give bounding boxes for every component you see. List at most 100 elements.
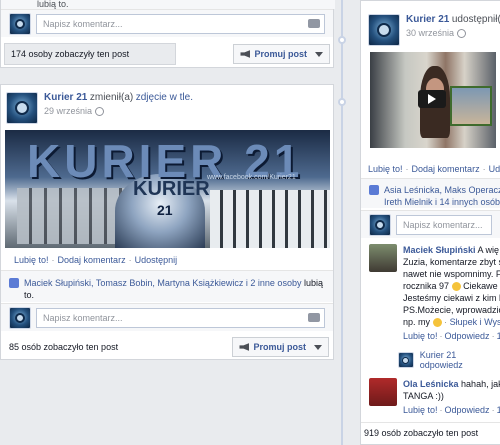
like-button[interactable]: Lubię to! xyxy=(14,255,49,265)
post-date[interactable]: 29 września xyxy=(44,106,92,116)
comment-placeholder: Napisz komentarz... xyxy=(43,18,123,29)
video-inset xyxy=(450,86,492,126)
comment-author[interactable]: Maciek Słupiński xyxy=(403,245,476,255)
comment-text: Ciekawe n xyxy=(463,281,500,291)
thumbs-up-icon xyxy=(9,278,19,288)
comment-reply-link[interactable]: Odpowiedz xyxy=(445,331,490,341)
promote-post-button[interactable]: Promuj post xyxy=(233,44,330,64)
comment-input[interactable]: Napisz komentarz... xyxy=(396,214,492,235)
comment-author[interactable]: Ola Leśnicka xyxy=(403,379,459,389)
reply-row: Kurier 21 odpowiedz xyxy=(398,350,500,370)
post-header: Kurier 21 zmienił(a) zdjęcie w tle. 29 w… xyxy=(6,92,193,124)
comment-like-link[interactable]: Lubię to! xyxy=(403,331,438,341)
likers-list[interactable]: Maciek Słupiński, Tomasz Bobin, Martyna … xyxy=(24,278,301,288)
thumbs-up-icon xyxy=(369,185,379,195)
commenter-avatar[interactable] xyxy=(369,378,397,406)
promote-label: Promuj post xyxy=(254,49,307,59)
post-author[interactable]: Kurier 21 xyxy=(406,14,449,25)
seen-count: 85 osób zobaczyło ten post xyxy=(3,337,175,357)
post-action-link[interactable]: zdjęcie w tle. xyxy=(136,92,193,103)
cover-photo[interactable]: KURIER 21 KURIER 21 www.facebook.com/Kur… xyxy=(5,130,330,248)
share-button[interactable]: Udo xyxy=(489,164,500,174)
page-avatar[interactable] xyxy=(6,92,38,124)
banner-url: www.facebook.com/Kurier21 xyxy=(207,174,296,181)
comment-text: rocznika 97 xyxy=(403,281,450,291)
timeline-line xyxy=(341,0,343,445)
promote-label: Promuj post xyxy=(253,342,306,352)
page-avatar[interactable] xyxy=(368,14,400,46)
share-button[interactable]: Udostępnij xyxy=(135,255,178,265)
comment-text: Jesteśmy ciekawi z kim bę xyxy=(403,293,500,303)
comment-timestamp[interactable]: 1 xyxy=(497,331,500,341)
comment-like-link[interactable]: Lubię to! xyxy=(403,405,438,415)
building-right xyxy=(210,190,330,248)
comment-text: TANGA :)) xyxy=(403,391,444,401)
post-footer: 174 osoby zobaczyły ten post Promuj post xyxy=(4,43,330,65)
avatar xyxy=(9,12,31,35)
comment-text: A wię xyxy=(477,245,500,255)
post-action: zmienił(a) xyxy=(89,92,134,103)
post-date[interactable]: 30 września xyxy=(406,28,454,38)
camera-icon[interactable] xyxy=(308,18,320,28)
likes-row: lubią to. xyxy=(1,0,335,9)
comment-box: Napisz komentarz... xyxy=(361,210,500,238)
reply-link[interactable]: Kurier 21 odpowiedz xyxy=(420,350,500,370)
comment-button[interactable]: Dodaj komentarz xyxy=(412,164,480,174)
play-icon xyxy=(428,94,436,104)
avatar xyxy=(369,213,391,236)
globe-icon xyxy=(95,106,105,116)
comment-box: Napisz komentarz... xyxy=(1,303,333,331)
comment-actions: Lubię to! · Odpowiedz · 1 xyxy=(403,405,500,415)
comment-placeholder: Napisz komentarz... xyxy=(43,312,123,323)
promote-post-button[interactable]: Promuj post xyxy=(232,337,329,357)
top-post-card: lubią to. Napisz komentarz... 174 osoby … xyxy=(0,0,335,68)
post-footer: 85 osób zobaczyło ten post Promuj post xyxy=(3,337,329,357)
comment-input[interactable]: Napisz komentarz... xyxy=(36,307,325,328)
smile-emoji-icon xyxy=(432,318,442,328)
comment-text: hahah, jak xyxy=(461,379,500,389)
camera-icon[interactable] xyxy=(308,312,320,322)
tagged-link[interactable]: Słupek i Wys xyxy=(450,317,500,327)
megaphone-icon xyxy=(240,50,251,58)
likes-text: lubią to. xyxy=(37,0,69,9)
globe-icon xyxy=(457,28,467,38)
timeline-dot xyxy=(338,98,346,106)
comment-text: np. my xyxy=(403,317,431,327)
post-action: udostępnił(a) xyxy=(451,14,500,25)
avatar xyxy=(9,306,31,329)
likers-list-2[interactable]: Ireth Mielnik i 14 innych osób xyxy=(384,197,500,207)
post-actions: Lubię to!·Dodaj komentarz·Udo xyxy=(368,164,500,174)
post-actions: Lubię to! · Dodaj komentarz · Udostępnij xyxy=(14,255,178,265)
likes-row: Asia Leśnicka, Maks Operacz, Ireth Mieln… xyxy=(361,178,500,208)
post-header: Kurier 21 udostępnił(a) fil 30 września xyxy=(368,14,500,46)
seen-count: 919 osób zobaczyło ten post xyxy=(361,422,500,442)
comment-text: PS.Możecie, wprowadzić xyxy=(403,305,500,315)
comment-placeholder: Napisz komentarz... xyxy=(403,219,483,230)
comment-input[interactable]: Napisz komentarz... xyxy=(36,13,325,34)
like-button[interactable]: Lubię to! xyxy=(368,164,403,174)
comment-text: nawet nie wspomnimy. Fil xyxy=(403,269,500,279)
likes-suffix-2: to. xyxy=(24,290,35,300)
chevron-down-icon xyxy=(315,51,323,57)
timeline-dot xyxy=(338,36,346,44)
comment: Maciek Słupiński A wię Zuzia, komentarze… xyxy=(369,244,500,341)
page-avatar[interactable] xyxy=(398,352,414,368)
post-author[interactable]: Kurier 21 xyxy=(44,92,87,103)
comment-box: Napisz komentarz... xyxy=(1,9,333,37)
comment-text: Zuzia, komentarze zbyt sz xyxy=(403,257,500,267)
chevron-down-icon xyxy=(314,344,322,350)
comment-timestamp[interactable]: 1 xyxy=(497,405,500,415)
seen-count: 174 osoby zobaczyły ten post xyxy=(4,43,176,65)
comment: Ola Leśnicka hahah, jak TANGA :)) Lubię … xyxy=(369,378,500,415)
banner-small-title: KURIER xyxy=(133,178,210,200)
banner-number: 21 xyxy=(157,202,173,218)
likes-suffix: lubią xyxy=(303,278,323,288)
commenter-avatar[interactable] xyxy=(369,244,397,272)
smile-emoji-icon xyxy=(451,282,461,292)
likers-list[interactable]: Asia Leśnicka, Maks Operacz, xyxy=(384,185,500,195)
megaphone-icon xyxy=(239,343,250,351)
comment-actions: Lubię to! · Odpowiedz · 1 xyxy=(403,331,500,341)
comment-reply-link[interactable]: Odpowiedz xyxy=(445,405,490,415)
play-button[interactable] xyxy=(418,90,446,108)
comment-button[interactable]: Dodaj komentarz xyxy=(58,255,126,265)
